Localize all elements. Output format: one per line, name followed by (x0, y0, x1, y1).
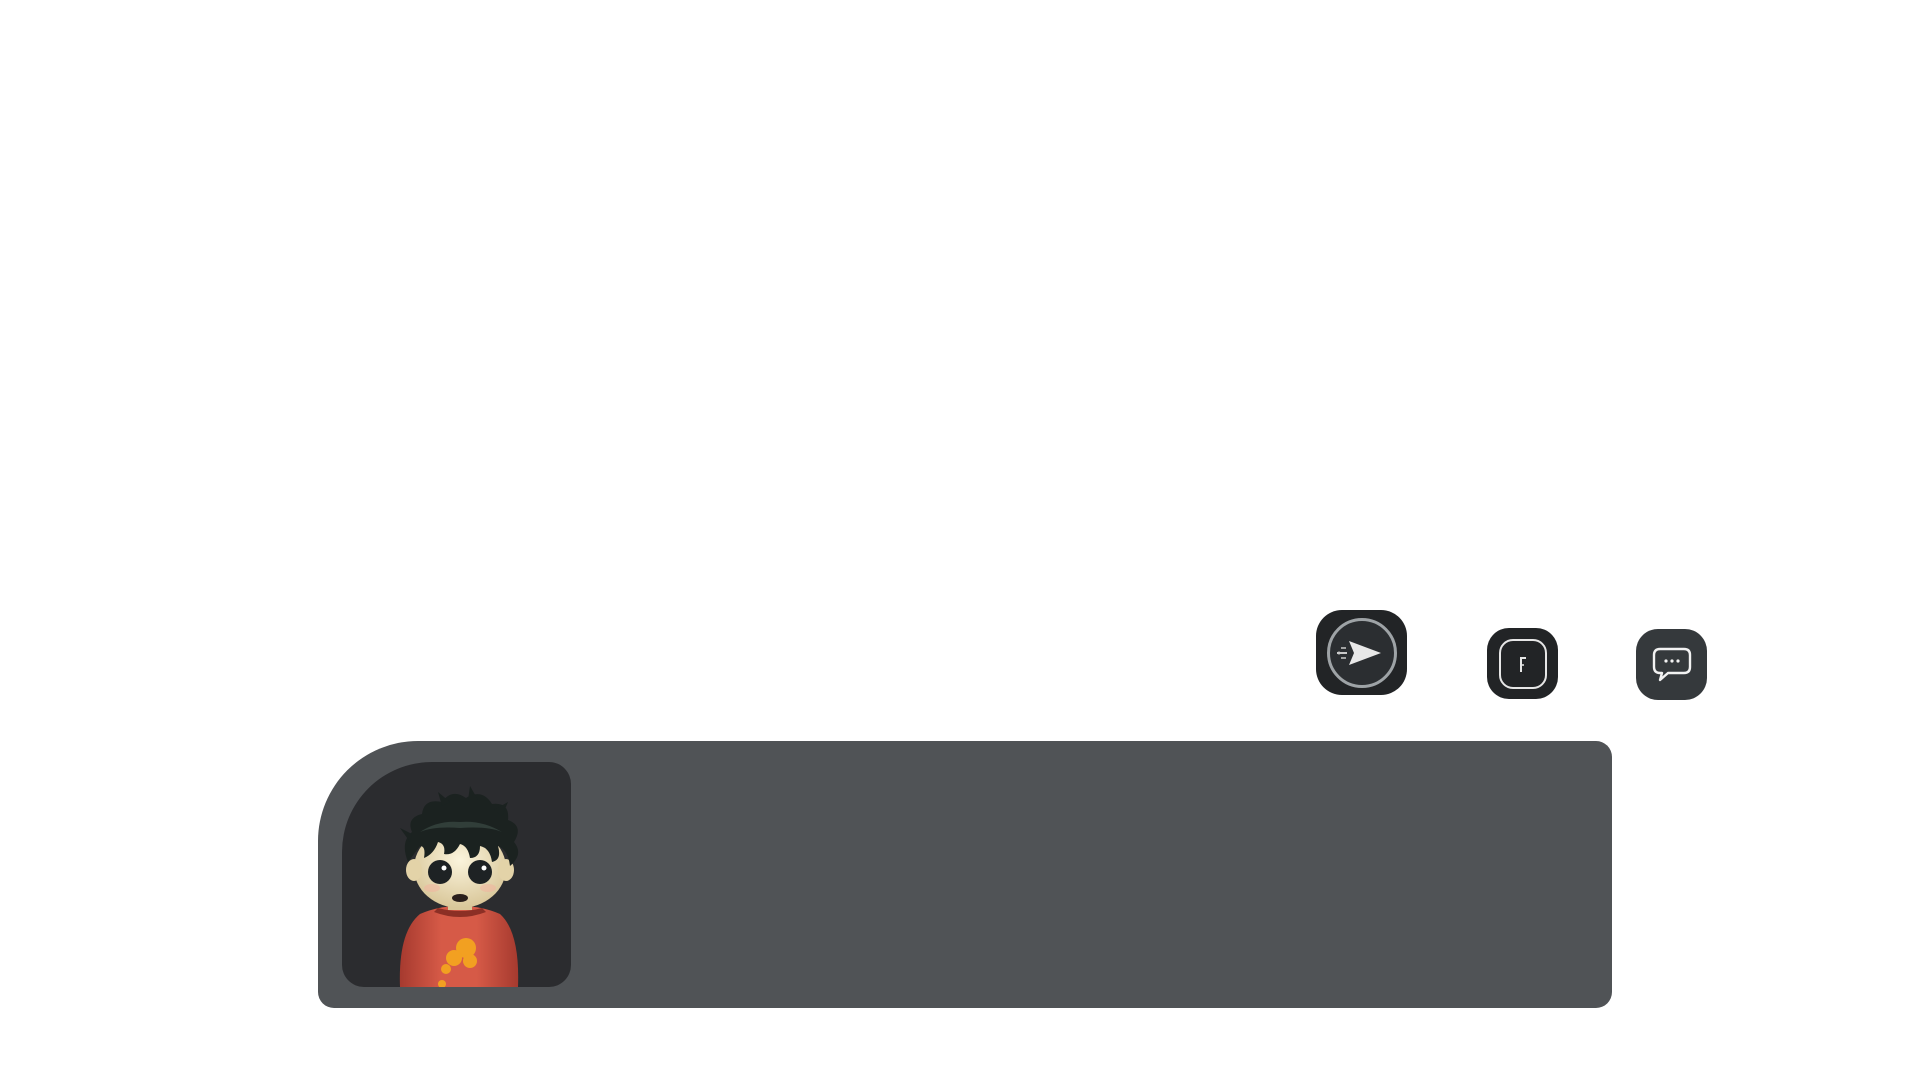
log-button-frame (1498, 638, 1547, 689)
skip-button[interactable] (1316, 610, 1407, 695)
chat-button[interactable] (1636, 629, 1707, 700)
game-screen (0, 0, 1920, 1080)
dialogue-box[interactable] (318, 741, 1612, 1008)
skip-arrow-icon (1336, 640, 1381, 665)
character-portrait (399, 786, 519, 987)
speech-bubble-icon (1652, 647, 1691, 681)
speaker-portrait (342, 762, 571, 987)
log-book-icon (1519, 656, 1526, 672)
log-button[interactable] (1487, 628, 1558, 699)
skip-button-ring (1326, 617, 1397, 688)
